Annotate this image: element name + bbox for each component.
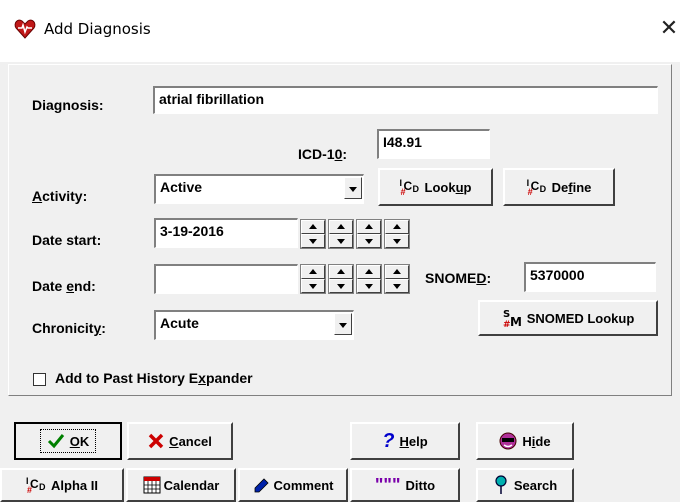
date-start-spin-3[interactable] [356, 219, 382, 249]
snomed-label: SNOMED: [425, 270, 492, 286]
up-arrow-icon[interactable] [385, 265, 409, 279]
heart-app-icon [14, 19, 36, 39]
x-cancel-icon [148, 433, 164, 449]
title-bar: Add Diagnosis ✕ [0, 0, 680, 62]
up-arrow-icon[interactable] [357, 220, 381, 234]
date-start-label: Date start: [32, 232, 102, 248]
svg-text:M: M [510, 315, 522, 328]
diagnosis-input[interactable]: atrial fibrillation [153, 86, 658, 114]
down-arrow-icon[interactable] [357, 279, 381, 293]
ditto-label: Ditto [405, 477, 436, 493]
up-arrow-icon[interactable] [301, 220, 325, 234]
calendar-button[interactable]: Calendar [126, 468, 236, 502]
date-start-input[interactable]: 3-19-2016 [154, 218, 298, 248]
chronicity-label: Chronicity: [32, 320, 106, 336]
calendar-icon [143, 476, 161, 494]
hide-button[interactable]: Hide [476, 422, 574, 460]
hide-mask-icon [499, 432, 517, 450]
date-end-label: Date end: [32, 278, 96, 294]
down-arrow-icon[interactable] [385, 234, 409, 248]
down-arrow-icon[interactable] [385, 279, 409, 293]
chevron-down-icon[interactable] [344, 177, 362, 199]
down-arrow-icon[interactable] [329, 279, 353, 293]
activity-label: Activity: [32, 188, 88, 204]
diagnosis-label: Diagnosis: [32, 97, 104, 113]
activity-select[interactable]: Active [154, 174, 364, 204]
up-arrow-icon[interactable] [385, 220, 409, 234]
alpha-ii-button[interactable]: I C # D Alpha II [0, 468, 124, 502]
search-pin-icon [495, 475, 507, 494]
up-arrow-icon[interactable] [329, 265, 353, 279]
down-arrow-icon[interactable] [301, 234, 325, 248]
ok-focus: OK [39, 429, 97, 453]
comment-pencil-icon [254, 478, 269, 493]
window-title: Add Diagnosis [44, 20, 151, 38]
snomed-lookup-button[interactable]: S # M SNOMED Lookup [478, 300, 658, 336]
icd-define-button[interactable]: I C # D Define [503, 168, 615, 206]
icd-icon: I C # D [399, 178, 420, 197]
snomed-icon: S # M [503, 309, 522, 328]
ditto-quotes-icon: """ [374, 475, 401, 495]
date-end-spin-2[interactable] [328, 264, 354, 294]
ok-button[interactable]: OK [14, 422, 122, 460]
cancel-label: Cancel [169, 433, 212, 449]
down-arrow-icon[interactable] [357, 234, 381, 248]
snomed-lookup-label: SNOMED Lookup [526, 310, 635, 326]
chevron-down-icon[interactable] [334, 313, 352, 335]
question-mark-icon: ? [382, 429, 395, 452]
date-end-spin-4[interactable] [384, 264, 410, 294]
hide-label: Hide [522, 433, 551, 449]
date-end-spin-1[interactable] [300, 264, 326, 294]
search-button[interactable]: Search [476, 468, 574, 502]
lookup-label: Lookup [424, 179, 472, 195]
date-start-spin-1[interactable] [300, 219, 326, 249]
icd-icon: I C # D [26, 476, 46, 495]
define-label: Define [551, 179, 592, 195]
calendar-label: Calendar [163, 477, 220, 493]
down-arrow-icon[interactable] [329, 234, 353, 248]
past-history-label: Add to Past History Expander [55, 370, 253, 386]
icd10-input[interactable]: I48.91 [377, 129, 490, 159]
activity-value: Active [160, 179, 203, 195]
search-label: Search [513, 477, 558, 493]
comment-label: Comment [273, 477, 334, 493]
snomed-input[interactable]: 5370000 [524, 262, 656, 292]
date-end-input[interactable] [154, 264, 298, 294]
up-arrow-icon[interactable] [357, 265, 381, 279]
up-arrow-icon[interactable] [329, 220, 353, 234]
ok-label: OK [69, 433, 90, 449]
up-arrow-icon[interactable] [301, 265, 325, 279]
checkmark-icon [47, 434, 64, 449]
comment-button[interactable]: Comment [238, 468, 348, 502]
date-start-spin-4[interactable] [384, 219, 410, 249]
help-button[interactable]: ? Help [350, 422, 460, 460]
icd-icon: I C # D [526, 178, 547, 197]
date-start-spin-2[interactable] [328, 219, 354, 249]
date-end-spin-3[interactable] [356, 264, 382, 294]
help-label: Help [399, 433, 428, 449]
ditto-button[interactable]: """ Ditto [350, 468, 460, 502]
icd-lookup-button[interactable]: I C # D Lookup [378, 168, 493, 206]
chronicity-select[interactable]: Acute [154, 310, 354, 340]
close-icon[interactable]: ✕ [658, 10, 680, 46]
down-arrow-icon[interactable] [301, 279, 325, 293]
cancel-button[interactable]: Cancel [127, 422, 233, 460]
alpha-ii-label: Alpha II [51, 477, 98, 493]
icd10-label: ICD-10: [298, 146, 348, 162]
past-history-checkbox[interactable] [33, 373, 46, 386]
chronicity-value: Acute [160, 315, 199, 331]
